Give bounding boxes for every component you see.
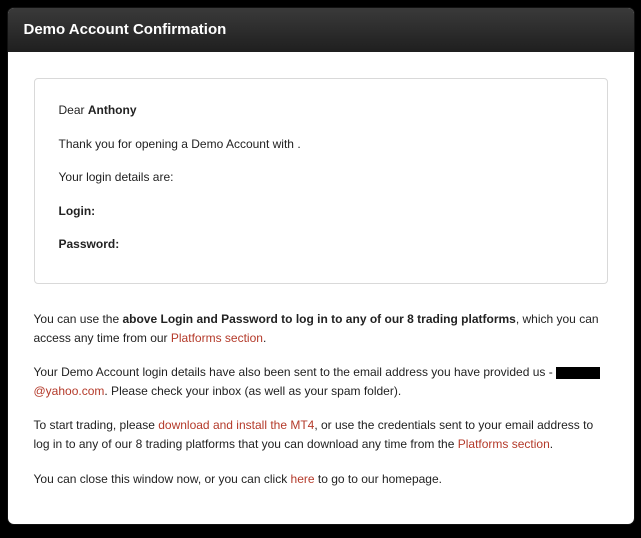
p3-c: . (550, 437, 553, 451)
login-label: Login: (59, 204, 583, 220)
p2-a: Your Demo Account login details have als… (34, 365, 557, 379)
greeting-name: Anthony (88, 103, 137, 117)
thanks-line: Thank you for opening a Demo Account wit… (59, 137, 583, 153)
p2-b: . Please check your inbox (as well as yo… (104, 384, 401, 398)
details-intro: Your login details are: (59, 170, 583, 186)
platforms-section-link-2[interactable]: Platforms section (458, 437, 550, 451)
p3-a: To start trading, please (34, 418, 159, 432)
homepage-link[interactable]: here (291, 472, 315, 486)
platforms-section-link[interactable]: Platforms section (171, 331, 263, 345)
p1-c: . (263, 331, 266, 345)
panel-content: Dear Anthony Thank you for opening a Dem… (8, 52, 634, 524)
p1-bold: above Login and Password to log in to an… (122, 312, 515, 326)
p4-b: to go to our homepage. (315, 472, 442, 486)
p1-a: You can use the (34, 312, 123, 326)
download-mt4-link[interactable]: download and install the MT4 (158, 418, 314, 432)
thanks-suffix: . (297, 137, 300, 151)
credentials-box: Dear Anthony Thank you for opening a Dem… (34, 78, 608, 284)
email-address[interactable]: @yahoo.com (34, 384, 105, 398)
password-label: Password: (59, 237, 583, 253)
paragraph-platforms: You can use the above Login and Password… (34, 310, 608, 347)
greeting-prefix: Dear (59, 103, 88, 117)
redacted-email-user (556, 367, 600, 379)
panel-title: Demo Account Confirmation (8, 8, 634, 52)
p4-a: You can close this window now, or you ca… (34, 472, 291, 486)
email-domain: @yahoo.com (34, 384, 105, 398)
confirmation-panel: Demo Account Confirmation Dear Anthony T… (8, 8, 634, 524)
paragraph-email: Your Demo Account login details have als… (34, 363, 608, 400)
paragraph-download: To start trading, please download and in… (34, 416, 608, 453)
thanks-prefix: Thank you for opening a Demo Account wit… (59, 137, 298, 151)
modal-backdrop: Demo Account Confirmation Dear Anthony T… (0, 0, 641, 538)
body-text: You can use the above Login and Password… (34, 310, 608, 488)
paragraph-close: You can close this window now, or you ca… (34, 470, 608, 489)
greeting-line: Dear Anthony (59, 103, 583, 119)
